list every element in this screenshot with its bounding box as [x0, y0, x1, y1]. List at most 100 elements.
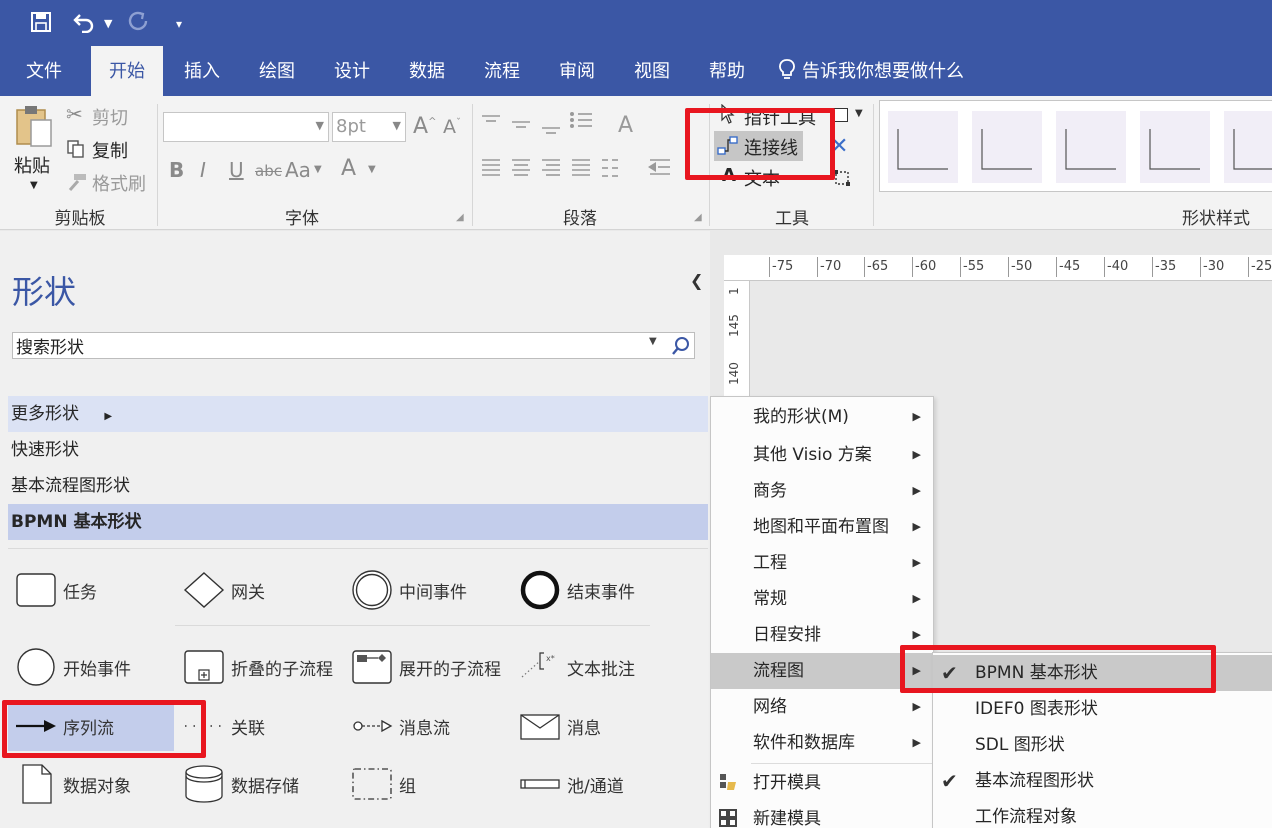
- shape-style-swatch[interactable]: [1140, 111, 1210, 183]
- menu-item-schedule[interactable]: 日程安排 ▶: [711, 617, 933, 653]
- shape-expanded-subprocess[interactable]: 展开的子流程: [348, 642, 513, 692]
- underline-button[interactable]: U: [229, 158, 244, 182]
- stencil-label: 快速形状: [11, 440, 79, 460]
- copy-label: 复制: [92, 141, 128, 162]
- pointer-tool-button[interactable]: 指针工具 ▼: [718, 102, 868, 130]
- rectangle-tool-icon[interactable]: [830, 108, 848, 122]
- customize-icon[interactable]: ▾: [176, 12, 182, 36]
- text-tool-button[interactable]: A 文本: [718, 164, 828, 190]
- submenu-item-workflow-objects[interactable]: 工作流程对象: [933, 799, 1272, 828]
- menu-item-label: BPMN 基本形状: [975, 663, 1098, 683]
- paragraph-dialog-launcher-icon[interactable]: ◢: [694, 212, 702, 223]
- tab-file[interactable]: 文件: [8, 46, 80, 96]
- crop-tool-icon[interactable]: [833, 169, 851, 187]
- chevron-left-icon[interactable]: ❮: [690, 271, 703, 290]
- shape-message[interactable]: 消息: [516, 701, 676, 751]
- font-size-combo[interactable]: 8pt ▼: [332, 112, 406, 142]
- shape-end-event[interactable]: 结束事件: [516, 565, 676, 615]
- shape-style-swatch[interactable]: [888, 111, 958, 183]
- shape-task[interactable]: 任务: [12, 565, 172, 615]
- menu-item-my-shapes[interactable]: 我的形状(M) ▶: [711, 399, 933, 435]
- shape-data-store[interactable]: 数据存储: [180, 759, 340, 809]
- chevron-down-icon[interactable]: ▼: [368, 164, 376, 175]
- shape-message-flow[interactable]: 消息流: [348, 701, 508, 751]
- shape-group[interactable]: 组: [348, 759, 508, 809]
- change-case-button[interactable]: Aa: [285, 158, 311, 182]
- chevron-down-icon[interactable]: ▼: [855, 108, 863, 119]
- chevron-down-icon[interactable]: ▼: [649, 336, 657, 347]
- tab-insert[interactable]: 插入: [166, 46, 238, 96]
- chevron-down-icon[interactable]: ▼: [314, 164, 322, 175]
- ruler-tick: -50: [1007, 257, 1033, 277]
- menu-item-label: 基本流程图形状: [975, 771, 1094, 791]
- stencil-label: 基本流程图形状: [11, 476, 130, 496]
- stencil-quick-shapes[interactable]: 快速形状: [8, 432, 708, 468]
- shape-label: 折叠的子流程: [231, 660, 333, 680]
- redo-icon[interactable]: [126, 11, 150, 33]
- shape-pool-lane[interactable]: 池/通道: [516, 759, 676, 809]
- submenu-item-basic-flowchart[interactable]: ✔ 基本流程图形状: [933, 763, 1272, 799]
- ruler-tick: -40: [1103, 257, 1129, 277]
- tab-view[interactable]: 视图: [616, 46, 688, 96]
- font-name-combo[interactable]: ▼: [163, 112, 329, 142]
- tab-data[interactable]: 数据: [391, 46, 463, 96]
- tab-review[interactable]: 审阅: [541, 46, 613, 96]
- shape-start-event[interactable]: 开始事件: [12, 642, 172, 692]
- submenu-item-sdl[interactable]: SDL 图形状: [933, 727, 1272, 763]
- menu-item-open-stencil[interactable]: 打开模具: [711, 765, 933, 801]
- submenu-item-idef0[interactable]: IDEF0 图表形状: [933, 691, 1272, 727]
- shape-data-object[interactable]: 数据对象: [12, 759, 172, 809]
- shape-gateway[interactable]: 网关: [180, 565, 340, 615]
- paragraph-tools-icon[interactable]: A: [480, 110, 680, 200]
- tab-help[interactable]: 帮助: [691, 46, 763, 96]
- menu-item-software-db[interactable]: 软件和数据库 ▶: [711, 725, 933, 761]
- close-icon[interactable]: ✕: [830, 134, 848, 159]
- paste-button[interactable]: 粘贴 ▼: [10, 104, 58, 196]
- stencil-basic-flowchart[interactable]: 基本流程图形状: [8, 468, 708, 504]
- stencil-bpmn-basic[interactable]: BPMN 基本形状: [8, 504, 708, 540]
- menu-item-business[interactable]: 商务 ▶: [711, 473, 933, 509]
- menu-item-flowchart[interactable]: 流程图 ▶: [711, 653, 933, 689]
- shape-label: 任务: [63, 583, 97, 603]
- tab-home[interactable]: 开始: [91, 46, 163, 96]
- chevron-right-icon: ▶: [912, 484, 921, 497]
- menu-item-engineering[interactable]: 工程 ▶: [711, 545, 933, 581]
- shape-sequence-flow[interactable]: 序列流: [8, 701, 174, 751]
- shape-text-annotation[interactable]: x* 文本批注: [516, 642, 676, 692]
- shrink-font-icon[interactable]: Aˇ: [443, 116, 461, 138]
- menu-item-network[interactable]: 网络 ▶: [711, 689, 933, 725]
- shape-style-swatch[interactable]: [1056, 111, 1126, 183]
- shape-collapsed-subprocess[interactable]: 折叠的子流程: [180, 642, 345, 692]
- menu-item-label: 其他 Visio 方案: [753, 445, 872, 465]
- tab-process[interactable]: 流程: [466, 46, 538, 96]
- connector-tool-button[interactable]: 连接线: [714, 131, 803, 161]
- menu-item-maps-floorplans[interactable]: 地图和平面布置图 ▶: [711, 509, 933, 545]
- menu-item-label: 软件和数据库: [753, 733, 855, 753]
- save-icon[interactable]: [30, 11, 52, 33]
- font-dialog-launcher-icon[interactable]: ◢: [456, 212, 464, 223]
- menu-item-new-stencil[interactable]: 新建模具: [711, 801, 933, 828]
- shape-intermediate-event[interactable]: 中间事件: [348, 565, 508, 615]
- search-input[interactable]: [16, 335, 636, 356]
- tab-draw[interactable]: 绘图: [241, 46, 313, 96]
- search-icon[interactable]: [671, 336, 691, 356]
- strikethrough-button[interactable]: abc: [255, 162, 282, 180]
- menu-item-other-visio[interactable]: 其他 Visio 方案 ▶: [711, 437, 933, 473]
- submenu-item-bpmn-basic[interactable]: ✔ BPMN 基本形状: [933, 655, 1272, 691]
- tell-me-box[interactable]: 告诉我你想要做什么: [778, 46, 964, 96]
- tab-design[interactable]: 设计: [316, 46, 388, 96]
- search-box[interactable]: ▼: [12, 332, 695, 359]
- stencil-more-shapes[interactable]: 更多形状 ▶: [8, 396, 708, 432]
- shape-association[interactable]: 关联: [180, 701, 340, 751]
- font-color-button[interactable]: A: [341, 156, 356, 181]
- grow-font-icon[interactable]: A^: [413, 114, 436, 139]
- italic-button[interactable]: I: [200, 158, 206, 182]
- undo-icon[interactable]: [72, 11, 96, 33]
- menu-item-general[interactable]: 常规 ▶: [711, 581, 933, 617]
- tools-group-label: 工具: [775, 209, 809, 229]
- shape-style-swatch[interactable]: [972, 111, 1042, 183]
- bold-button[interactable]: B: [169, 158, 184, 182]
- undo-dropdown-icon[interactable]: ▼: [104, 12, 112, 36]
- menu-item-label: 我的形状(M): [753, 407, 849, 427]
- shape-style-swatch[interactable]: [1224, 111, 1272, 183]
